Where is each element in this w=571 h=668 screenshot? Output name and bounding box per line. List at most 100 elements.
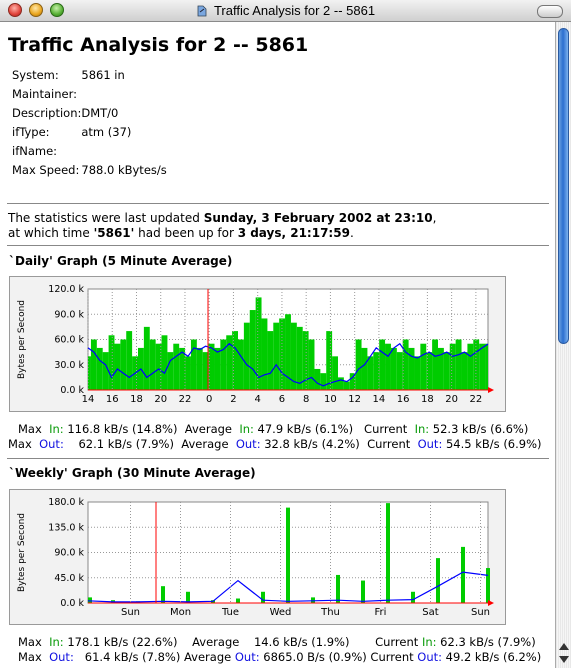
in-traffic-bar	[149, 339, 156, 390]
info-row: Description: DMT/0	[12, 106, 167, 125]
x-tick-label: 2	[230, 394, 236, 405]
info-row: ifName:	[12, 144, 167, 163]
y-tick-label: 60.0 k	[54, 335, 84, 346]
in-traffic-bar	[155, 343, 162, 390]
info-value: 5861 in	[81, 68, 125, 82]
weekly-max-avg-cur-out: Max Out: 61.4 kB/s (7.8%) Average Out: 6…	[18, 650, 542, 664]
x-tick-label: 18	[421, 394, 434, 405]
page-content: Traffic Analysis for 2 -- 5861 System: 58…	[0, 22, 555, 668]
in-traffic-bar	[102, 352, 109, 390]
info-row: ifType: atm (37)	[12, 125, 167, 144]
stat-text: The statistics were last updated	[8, 211, 204, 225]
in-traffic-bar	[390, 347, 397, 390]
in-traffic-bar	[486, 568, 490, 603]
in-traffic-bar	[185, 356, 191, 390]
in-traffic-bar	[355, 339, 362, 390]
in-traffic-bar	[411, 591, 415, 603]
window-titlebar[interactable]: Traffic Analysis for 2 -- 5861	[0, 0, 571, 22]
info-value	[81, 87, 166, 106]
in-traffic-bar	[190, 339, 197, 390]
in-traffic-bar	[386, 503, 390, 603]
y-tick-label: 90.0 k	[54, 548, 84, 559]
in-traffic-bar	[349, 373, 356, 390]
y-tick-label: 90.0 k	[54, 309, 84, 320]
daily-graph: Bytes per Second 120.0 k 90.0 k 60.0 k 30.0 …	[9, 276, 506, 412]
in-traffic-bar	[273, 322, 280, 390]
y-tick-label: 180.0 k	[48, 497, 84, 508]
in-traffic-bar	[267, 331, 274, 390]
in-traffic-bar	[461, 546, 465, 603]
in-traffic-bar	[343, 381, 350, 390]
in-traffic-bar	[126, 331, 133, 390]
page-heading: Traffic Analysis for 2 -- 5861	[8, 34, 309, 56]
in-traffic-bar	[436, 558, 440, 603]
x-tick-label: 20	[154, 394, 167, 405]
in-traffic-bar	[286, 507, 290, 603]
in-traffic-bar	[420, 343, 427, 390]
info-value: 788.0 kBytes/s	[81, 163, 167, 177]
window-title: Traffic Analysis for 2 -- 5861	[0, 3, 571, 18]
in-traffic-bar	[432, 339, 438, 390]
stat-text: had been up for	[134, 226, 238, 240]
in-traffic-bar	[361, 580, 365, 603]
x-tick-label: 14	[82, 394, 95, 405]
last-updated-date: Sunday, 3 February 2002 at 23:10	[203, 211, 433, 225]
x-tick-label: 20	[445, 394, 458, 405]
info-row: System: 5861 in	[12, 68, 167, 87]
in-traffic-bar	[308, 339, 315, 390]
in-traffic-bar	[238, 339, 244, 390]
divider	[7, 458, 549, 459]
in-traffic-bar	[208, 343, 215, 390]
in-traffic-bar	[173, 343, 180, 390]
scroll-down-arrow-icon[interactable]	[559, 656, 569, 663]
stat-text: ,	[432, 211, 437, 225]
in-traffic-bar	[161, 335, 168, 390]
x-tick-label: Mon	[170, 607, 191, 618]
window-title-text: Traffic Analysis for 2 -- 5861	[213, 3, 376, 18]
daily-graph-svg: Bytes per Second 120.0 k 90.0 k 60.0 k 30.0 …	[17, 284, 494, 405]
in-traffic-bar	[108, 335, 115, 390]
x-tick-label: 18	[130, 394, 143, 405]
in-traffic-bar	[336, 574, 340, 603]
in-traffic-bar	[443, 352, 450, 390]
x-tick-label: 22	[470, 394, 483, 405]
in-traffic-bar	[385, 343, 391, 390]
x-tick-label: Sat	[422, 607, 438, 618]
info-key: ifType:	[12, 125, 50, 139]
in-traffic-bar	[261, 318, 268, 390]
in-traffic-bar	[326, 331, 333, 390]
toolbar-toggle-button[interactable]	[537, 5, 563, 18]
daily-max-avg-cur-out: Max Out: 62.1 kB/s (7.9%) Average Out: 3…	[8, 437, 542, 451]
x-tick-label: 8	[303, 394, 309, 405]
in-traffic-bar	[296, 326, 303, 390]
x-tick-label: Thu	[320, 607, 340, 618]
in-traffic-bar	[361, 347, 368, 390]
weekly-max-avg-cur-in: Max In: 178.1 kB/s (22.6%) Average 14.6 …	[18, 635, 536, 649]
scrollbar-thumb[interactable]	[558, 28, 569, 344]
document-proxy-icon[interactable]	[196, 5, 208, 17]
x-tick-label: Sun	[471, 607, 490, 618]
y-axis-label: Bytes per Second	[17, 513, 27, 592]
x-tick-label: 16	[106, 394, 119, 405]
vertical-scrollbar[interactable]	[555, 22, 571, 668]
in-traffic-bar	[479, 343, 486, 390]
in-traffic-bar	[379, 339, 386, 390]
in-traffic-bar	[332, 356, 338, 390]
in-traffic-bar	[485, 343, 488, 390]
divider	[7, 245, 549, 246]
device-name: '5861'	[93, 226, 135, 240]
info-key: Max Speed:	[12, 163, 80, 177]
x-tick-label: 4	[255, 394, 261, 405]
in-traffic-bar	[90, 339, 97, 390]
stat-text: .	[349, 226, 354, 240]
in-traffic-bar	[461, 352, 468, 390]
in-traffic-bar	[261, 591, 265, 603]
x-axis-arrow-icon	[488, 387, 494, 393]
x-tick-label: 0	[206, 394, 212, 405]
in-traffic-bar	[338, 377, 344, 390]
in-traffic-bar	[143, 326, 150, 390]
divider	[7, 203, 549, 204]
x-tick-label: 10	[324, 394, 337, 405]
info-key: ifName:	[12, 144, 58, 158]
scroll-up-arrow-icon[interactable]	[559, 643, 569, 650]
